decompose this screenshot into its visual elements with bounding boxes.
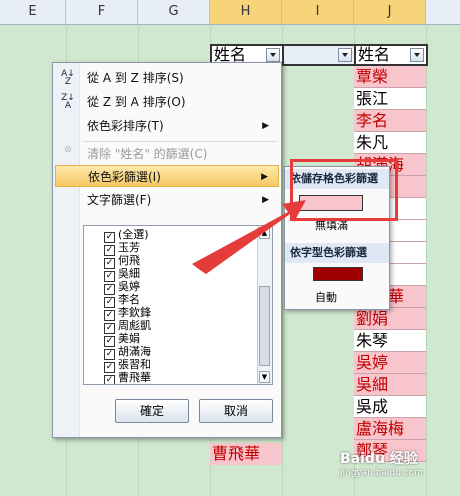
watermark-url: jingyan.baidu.com bbox=[340, 468, 424, 478]
annotation-arrow-icon bbox=[192, 200, 306, 274]
watermark-logo: Baidu 经验 jingyan.baidu.com bbox=[340, 448, 423, 478]
watermark-brand: Baidu 经验 bbox=[340, 451, 418, 467]
